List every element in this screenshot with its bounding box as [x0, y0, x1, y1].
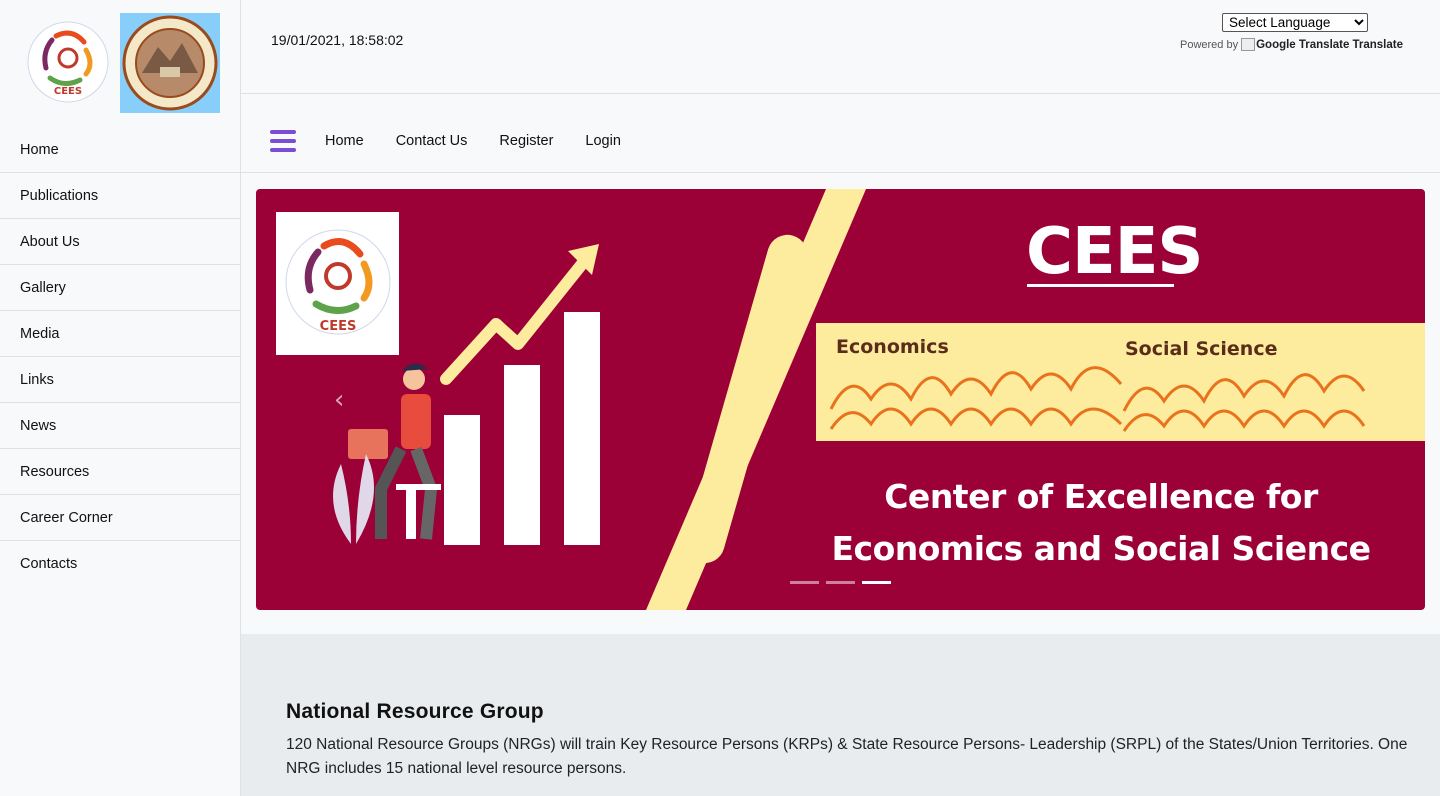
logo-text: CEES: [54, 86, 82, 97]
sidebar-item-publications[interactable]: Publications: [0, 173, 240, 219]
banner-title: CEES: [1026, 215, 1203, 289]
sidebar-item-label: Home: [20, 141, 59, 158]
datetime-display: 19/01/2021, 18:58:02: [271, 32, 404, 48]
sidebar-item-gallery[interactable]: Gallery: [0, 265, 240, 311]
slide-cees-logo: CEES: [276, 212, 399, 355]
sidebar-item-news[interactable]: News: [0, 403, 240, 449]
banner-title-underline: [1027, 284, 1174, 287]
cees-logo[interactable]: CEES: [20, 12, 116, 112]
nav-link-register[interactable]: Register: [499, 133, 553, 149]
sidebar-item-links[interactable]: Links: [0, 357, 240, 403]
sidebar: CEES Home Publications About Us Gallery …: [0, 0, 241, 796]
nav-link-home[interactable]: Home: [325, 133, 364, 149]
sidebar-item-label: Career Corner: [20, 509, 113, 526]
translate-link[interactable]: Translate: [1352, 39, 1403, 51]
sidebar-item-label: Contacts: [20, 556, 78, 572]
sidebar-menu: Home Publications About Us Gallery Media…: [0, 127, 240, 587]
sidebar-item-label: News: [20, 417, 57, 434]
sidebar-item-contacts[interactable]: Contacts: [0, 541, 240, 587]
carousel-prev-icon[interactable]: ‹: [334, 385, 344, 415]
sidebar-item-label: Gallery: [20, 279, 66, 296]
banner-label-economics: Economics: [836, 336, 949, 358]
carousel-indicator-2[interactable]: [826, 581, 855, 584]
section-heading: National Resource Group: [286, 700, 544, 723]
carousel-indicator-1[interactable]: [790, 581, 819, 584]
sidebar-item-about-us[interactable]: About Us: [0, 219, 240, 265]
sidebar-item-label: About Us: [20, 233, 80, 250]
sidebar-item-career-corner[interactable]: Career Corner: [0, 495, 240, 541]
sidebar-item-resources[interactable]: Resources: [0, 449, 240, 495]
sidebar-item-label: Publications: [20, 187, 99, 204]
nav-link-login[interactable]: Login: [585, 133, 620, 149]
diet-seal-logo[interactable]: [120, 13, 220, 113]
sidebar-item-label: Media: [20, 325, 60, 342]
main-navbar: Home Contact Us Register Login: [241, 95, 1440, 173]
carousel-indicator-3[interactable]: [862, 581, 891, 584]
carousel-indicators: [790, 581, 891, 584]
hero-carousel: CEES CEES Economics Social Science Cente…: [256, 189, 1425, 610]
powered-by-google: Powered by Google Translate Translate: [1180, 38, 1403, 51]
nav-link-contact-us[interactable]: Contact Us: [396, 133, 468, 149]
sidebar-item-home[interactable]: Home: [0, 127, 240, 173]
sidebar-item-label: Resources: [20, 463, 90, 480]
google-translate-label: Google Translate: [1256, 38, 1350, 51]
language-select[interactable]: Select Language: [1222, 13, 1368, 32]
sidebar-item-label: Links: [20, 371, 54, 388]
navbar-links: Home Contact Us Register Login: [325, 133, 621, 149]
google-broken-image-icon: [1241, 38, 1256, 51]
slide-logo-text: CEES: [320, 319, 357, 334]
banner-caption: Center of Excellence for Economics and S…: [831, 477, 1371, 568]
national-resource-group-section: National Resource Group 120 National Res…: [241, 634, 1440, 796]
hamburger-menu-icon[interactable]: [270, 130, 296, 152]
top-bar: 19/01/2021, 18:58:02 Select Language Pow…: [241, 0, 1440, 94]
section-body: 120 National Resource Groups (NRGs) will…: [286, 736, 1408, 777]
logo-area: CEES: [0, 0, 240, 120]
banner-label-social-science: Social Science: [1125, 338, 1278, 360]
powered-by-label: Powered by: [1180, 38, 1239, 51]
sidebar-item-media[interactable]: Media: [0, 311, 240, 357]
